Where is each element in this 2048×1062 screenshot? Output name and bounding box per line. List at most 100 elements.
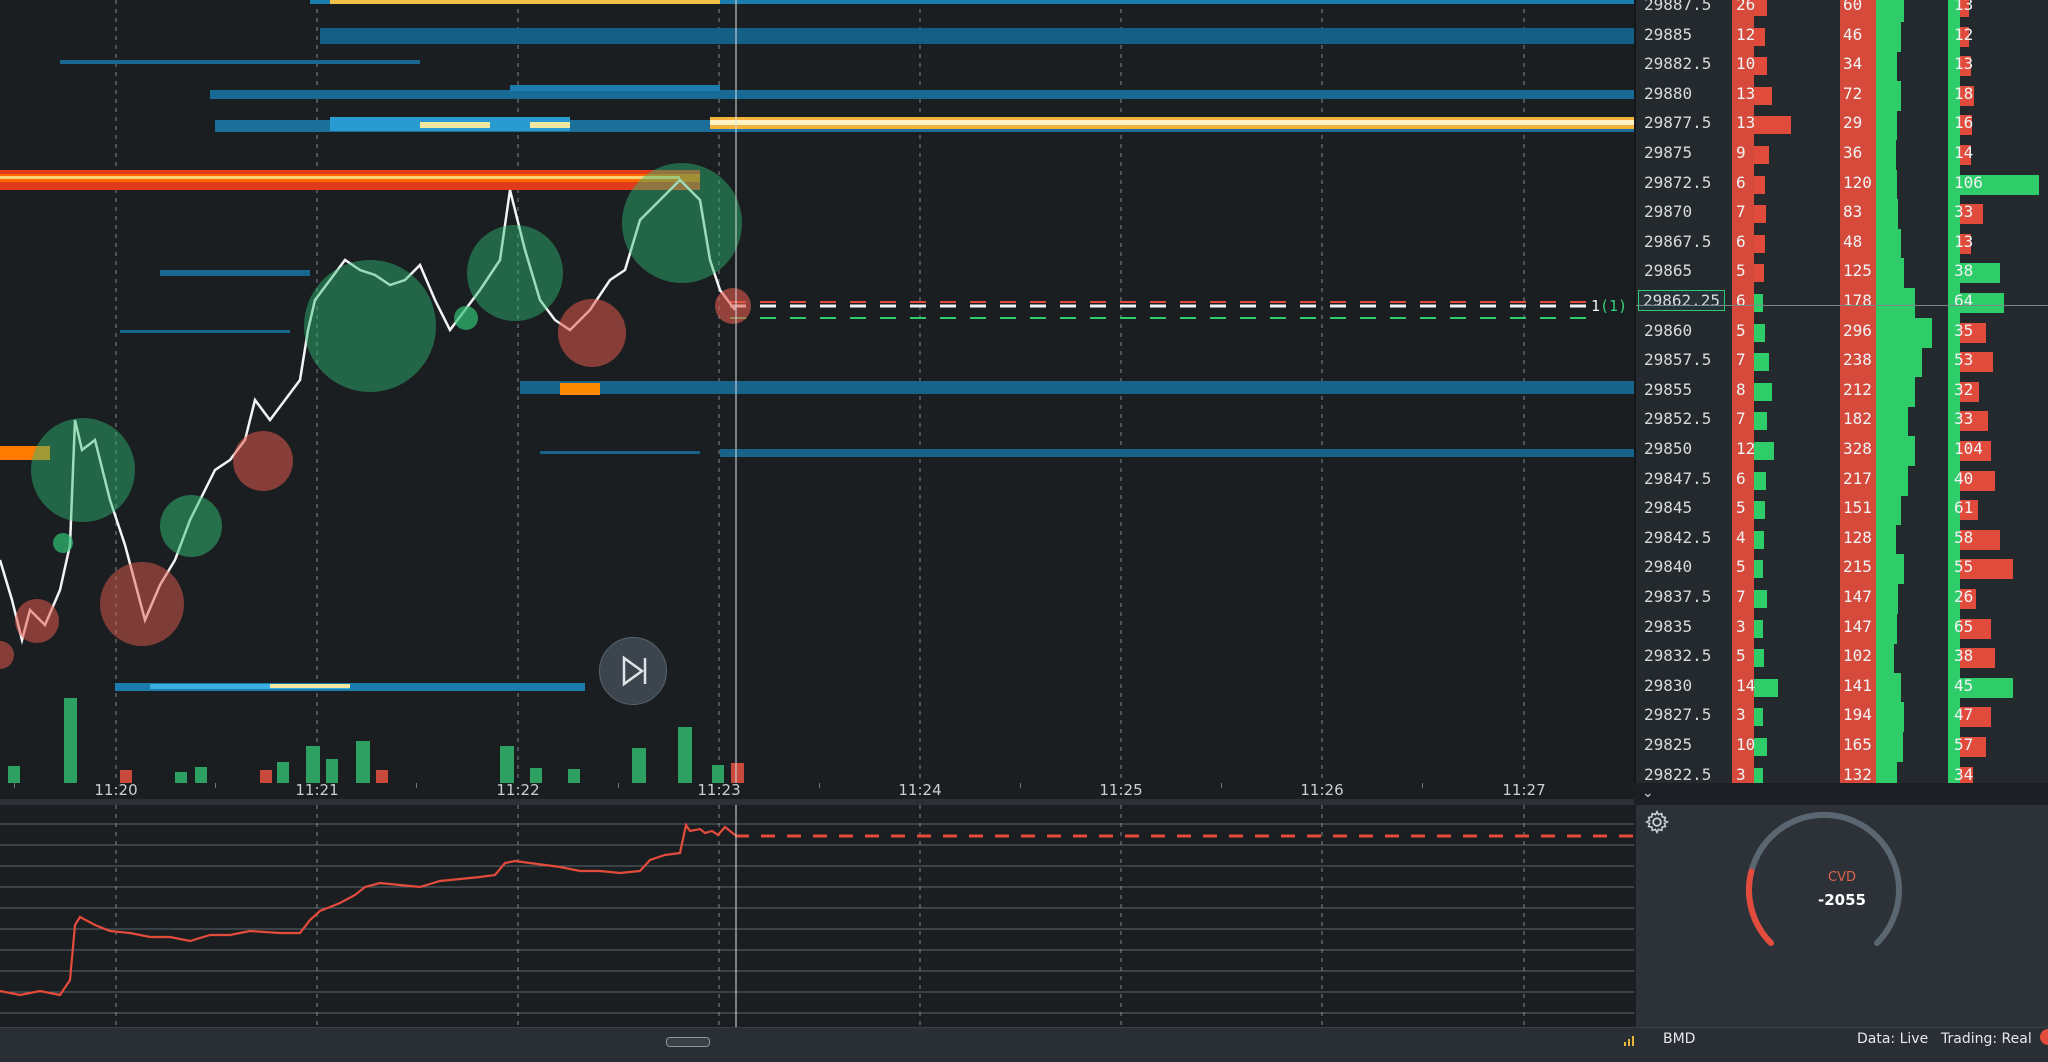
trading-status[interactable]: Trading: Real [1941,1031,2032,1047]
trades-cell[interactable]: 5 [1736,646,1746,665]
price-cell[interactable]: 29877.5 [1644,113,1711,132]
delta-cell[interactable]: 53 [1954,350,1973,369]
volume-cell[interactable]: 182 [1843,409,1872,428]
volume-cell[interactable]: 328 [1843,439,1872,458]
trades-cell[interactable]: 13 [1736,84,1755,103]
account-label[interactable]: BMD [1663,1031,1695,1047]
ladder-row[interactable]: 29880 13 72 18 [1636,80,2048,111]
trades-cell[interactable]: 8 [1736,380,1746,399]
trades-cell[interactable]: 4 [1736,528,1746,547]
volume-cell[interactable]: 296 [1843,321,1872,340]
volume-cell[interactable]: 34 [1843,54,1862,73]
ladder-row[interactable]: 29845 5 151 61 [1636,495,2048,526]
price-cell[interactable]: 29855 [1644,380,1692,399]
trades-cell[interactable]: 6 [1736,291,1746,310]
delta-cell[interactable]: 26 [1954,587,1973,606]
volume-cell[interactable]: 165 [1843,735,1872,754]
volume-cell[interactable]: 72 [1843,84,1862,103]
price-cell[interactable]: 29822.5 [1644,765,1711,783]
trades-cell[interactable]: 3 [1736,617,1746,636]
volume-cell[interactable]: 212 [1843,380,1872,399]
ladder-row[interactable]: 29850 12 328 104 [1636,436,2048,466]
trades-cell[interactable]: 6 [1736,173,1746,192]
trades-cell[interactable]: 6 [1736,232,1746,251]
ladder-row[interactable]: 29822.5 3 132 34 [1636,761,2048,783]
delta-cell[interactable]: 45 [1954,676,1973,695]
price-cell[interactable]: 29835 [1644,617,1692,636]
volume-cell[interactable]: 83 [1843,202,1862,221]
delta-cell[interactable]: 33 [1954,409,1973,428]
volume-cell[interactable]: 36 [1843,143,1862,162]
ladder-row[interactable]: 29842.5 4 128 58 [1636,524,2048,555]
delta-cell[interactable]: 38 [1954,646,1973,665]
volume-cell[interactable]: 178 [1843,291,1872,310]
price-cell[interactable]: 29860 [1644,321,1692,340]
delta-cell[interactable]: 40 [1954,469,1973,488]
price-cell[interactable]: 29857.5 [1644,350,1711,369]
price-cell[interactable]: 29885 [1644,25,1692,44]
delta-cell[interactable]: 14 [1954,143,1973,162]
heatmap-chart[interactable]: 1(1) [0,0,1634,783]
price-cell[interactable]: 29867.5 [1644,232,1711,251]
delta-cell[interactable]: 16 [1954,113,1973,132]
price-cell[interactable]: 29840 [1644,557,1692,576]
trades-cell[interactable]: 7 [1736,587,1746,606]
delta-cell[interactable]: 57 [1954,735,1973,754]
ladder-row[interactable]: 29870 7 83 33 [1636,199,2048,230]
ladder-row[interactable]: 29877.5 13 29 16 [1636,110,2048,141]
volume-cell[interactable]: 102 [1843,646,1872,665]
heatmap-canvas[interactable] [0,0,1634,783]
delta-cell[interactable]: 13 [1954,54,1973,73]
price-cell[interactable]: 29827.5 [1644,705,1711,724]
ladder-row[interactable]: 29867.5 6 48 13 [1636,228,2048,259]
ladder-row[interactable]: 29875 9 36 14 [1636,140,2048,170]
price-cell[interactable]: 29887.5 [1644,0,1711,14]
price-cell[interactable]: 29852.5 [1644,409,1711,428]
trades-cell[interactable]: 6 [1736,469,1746,488]
ladder-row[interactable]: 29862.25 6 178 64 [1636,288,2048,318]
volume-cell[interactable]: 128 [1843,528,1872,547]
trades-cell[interactable]: 7 [1736,350,1746,369]
ladder-row[interactable]: 29855 8 212 32 [1636,376,2048,407]
price-cell[interactable]: 29837.5 [1644,587,1711,606]
ladder-row[interactable]: 29872.5 6 120 106 [1636,169,2048,200]
ladder-row[interactable]: 29827.5 3 194 47 [1636,702,2048,733]
volume-cell[interactable]: 141 [1843,676,1872,695]
delta-cell[interactable]: 65 [1954,617,1973,636]
delta-cell[interactable]: 104 [1954,439,1983,458]
trades-cell[interactable]: 10 [1736,54,1755,73]
volume-cell[interactable]: 29 [1843,113,1862,132]
order-marker[interactable]: 1(1) [1591,297,1627,315]
ladder-row[interactable]: 29830 14 141 45 [1636,672,2048,703]
delta-cell[interactable]: 106 [1954,173,1983,192]
data-status[interactable]: Data: Live [1857,1031,1928,1047]
price-cell[interactable]: 29870 [1644,202,1692,221]
ladder-row[interactable]: 29852.5 7 182 33 [1636,406,2048,437]
replay-skip-button[interactable] [599,637,667,705]
volume-cell[interactable]: 215 [1843,557,1872,576]
ladder-row[interactable]: 29860 5 296 35 [1636,317,2048,348]
trades-cell[interactable]: 5 [1736,498,1746,517]
price-cell[interactable]: 29865 [1644,261,1692,280]
trades-cell[interactable]: 13 [1736,113,1755,132]
delta-cell[interactable]: 32 [1954,380,1973,399]
delta-cell[interactable]: 61 [1954,498,1973,517]
volume-cell[interactable]: 120 [1843,173,1872,192]
volume-cell[interactable]: 217 [1843,469,1872,488]
delta-cell[interactable]: 38 [1954,261,1973,280]
dom-price-ladder[interactable]: 29887.5 26 60 13 29885 12 46 12 29882.5 10 34 13 298… [1634,0,2048,783]
ladder-row[interactable]: 29825 10 165 57 [1636,732,2048,762]
price-cell[interactable]: 29875 [1644,143,1692,162]
ladder-row[interactable]: 29885 12 46 12 [1636,21,2048,52]
time-axis[interactable]: 11:20 11:21 11:22 11:23 11:24 11:25 11:2… [0,781,1634,799]
price-cell[interactable]: 29845 [1644,498,1692,517]
price-cell[interactable]: 29862.25 [1638,290,1726,311]
delta-cell[interactable]: 58 [1954,528,1973,547]
chevron-down-icon[interactable]: ⌄ [1642,785,1654,801]
trades-cell[interactable]: 14 [1736,676,1755,695]
price-cell[interactable]: 29832.5 [1644,646,1711,665]
volume-cell[interactable]: 147 [1843,587,1872,606]
delta-cell[interactable]: 13 [1954,0,1973,14]
volume-cell[interactable]: 60 [1843,0,1862,14]
volume-cell[interactable]: 151 [1843,498,1872,517]
